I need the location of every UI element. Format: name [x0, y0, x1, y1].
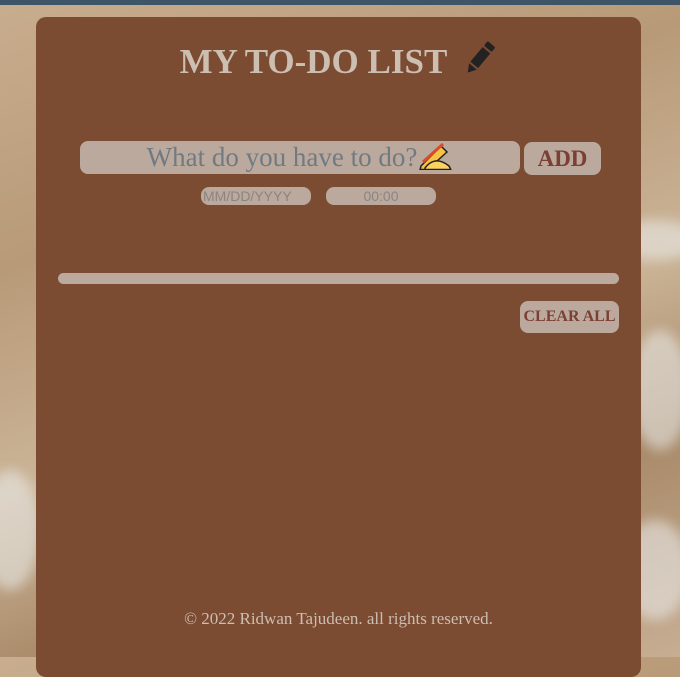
task-list-divider: [58, 273, 619, 284]
footer-copyright: © 2022 Ridwan Tajudeen. all rights reser…: [184, 609, 493, 628]
page-title: MY TO-DO LIST: [179, 42, 447, 81]
top-strip: [0, 0, 680, 5]
task-input-placeholder: What do you have to do?: [146, 142, 418, 172]
writing-hand-icon: [419, 142, 453, 178]
time-input[interactable]: 00:00: [326, 187, 436, 205]
date-input[interactable]: MM/DD/YYYY: [201, 187, 311, 205]
add-button[interactable]: ADD: [524, 142, 601, 175]
pencil-icon: [463, 39, 497, 86]
clear-all-button[interactable]: CLEAR ALL: [520, 301, 619, 333]
todo-card: MY TO-DO LIST What do you have to do? AD…: [36, 17, 641, 677]
task-input[interactable]: What do you have to do?: [80, 141, 520, 174]
background-foam: [0, 470, 40, 590]
app-header: MY TO-DO LIST: [36, 39, 641, 86]
